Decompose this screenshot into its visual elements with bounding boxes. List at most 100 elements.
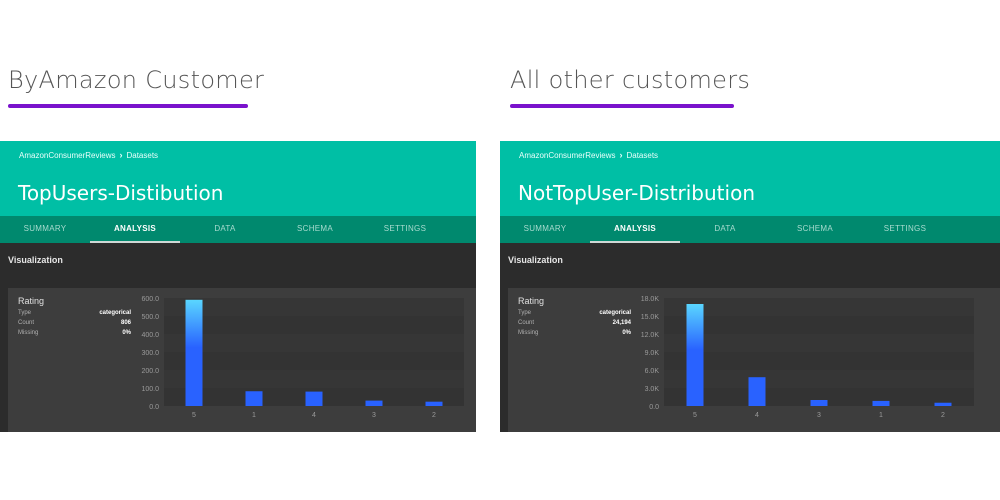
visualization-heading: Visualization (8, 255, 63, 265)
x-tick-label: 3 (372, 412, 376, 419)
grid-band (164, 334, 464, 352)
caption-other-customers: All other customers (510, 66, 750, 108)
y-tick-label: 300.0 (141, 350, 159, 357)
y-tick-label: 3.0K (645, 386, 660, 393)
caption-top-customer: ByAmazon Customer (8, 66, 264, 108)
x-tick-label: 1 (879, 412, 883, 419)
tab-data[interactable]: DATA (180, 216, 270, 243)
stat-value: 24,194 (612, 320, 631, 326)
y-tick-label: 600.0 (141, 296, 159, 303)
x-tick-label: 4 (312, 412, 316, 419)
stat-value: categorical (99, 310, 131, 316)
chevron-right-icon: › (119, 150, 123, 160)
grid-band (664, 352, 974, 370)
y-tick-label: 6.0K (645, 368, 660, 375)
y-tick-label: 9.0K (645, 350, 660, 357)
dataset-tabs: SUMMARY ANALYSIS DATA SCHEMA SETTINGS (500, 216, 1000, 243)
stat-missing: Missing 0% (518, 328, 631, 338)
bar-rating-5[interactable] (686, 304, 704, 406)
dataset-panel-not-top-users: AmazonConsumerReviews › Datasets NotTopU… (500, 141, 1000, 432)
visualization-heading: Visualization (508, 255, 563, 265)
tab-schema[interactable]: SCHEMA (770, 216, 860, 243)
bar-rating-2[interactable] (425, 401, 443, 406)
stat-label: Type (18, 310, 32, 316)
grid-band (664, 370, 974, 388)
rating-bar-chart: 0.0 3.0K 6.0K 9.0K 12.0K 15.0K 18.0K 5 4 3 1 2 (641, 296, 974, 419)
grid-band (164, 370, 464, 388)
y-tick-label: 0.0 (649, 404, 659, 411)
x-tick-label: 1 (252, 412, 256, 419)
stat-label: Missing (18, 330, 39, 336)
stat-label: Count (18, 320, 35, 326)
dataset-title: NotTopUser-Distribution (518, 181, 755, 205)
grid-band (164, 298, 464, 316)
breadcrumb: AmazonConsumerReviews › Datasets (519, 150, 658, 160)
dataset-tabs: SUMMARY ANALYSIS DATA SCHEMA SETTINGS (0, 216, 476, 243)
bar-rating-2[interactable] (934, 402, 952, 406)
bar-rating-5[interactable] (185, 299, 203, 406)
field-name: Rating (18, 296, 45, 306)
x-tick-label: 2 (941, 412, 945, 419)
stat-type: Type categorical (18, 308, 131, 318)
stat-label: Missing (518, 330, 539, 336)
x-tick-label: 3 (817, 412, 821, 419)
dataset-panel-top-users: AmazonConsumerReviews › Datasets TopUser… (0, 141, 476, 432)
y-tick-label: 500.0 (141, 314, 159, 321)
breadcrumb-project-link[interactable]: AmazonConsumerReviews (19, 151, 115, 160)
dataset-header: AmazonConsumerReviews › Datasets TopUser… (0, 141, 476, 216)
x-tick-label: 2 (432, 412, 436, 419)
x-tick-label: 5 (192, 412, 196, 419)
tab-data[interactable]: DATA (680, 216, 770, 243)
caption-label: ByAmazon Customer (8, 66, 265, 94)
tab-summary[interactable]: SUMMARY (500, 216, 590, 243)
breadcrumb-datasets-link[interactable]: Datasets (626, 151, 658, 160)
grid-band (164, 352, 464, 370)
breadcrumb-project-link[interactable]: AmazonConsumerReviews (519, 151, 615, 160)
y-tick-label: 12.0K (641, 332, 660, 339)
caption-underline (8, 104, 248, 108)
grid-band (664, 298, 974, 316)
caption-underline (510, 104, 734, 108)
breadcrumb: AmazonConsumerReviews › Datasets (19, 150, 158, 160)
y-tick-label: 18.0K (641, 296, 660, 303)
y-tick-label: 0.0 (149, 404, 159, 411)
tab-schema[interactable]: SCHEMA (270, 216, 360, 243)
dataset-title: TopUsers-Distibution (18, 181, 224, 205)
stat-missing: Missing 0% (18, 328, 131, 338)
y-tick-label: 200.0 (141, 368, 159, 375)
bar-rating-1[interactable] (245, 391, 263, 406)
grid-band (164, 316, 464, 334)
field-stats: Rating Type categorical Count 806 Missin… (18, 296, 131, 338)
tab-settings[interactable]: SETTINGS (360, 216, 450, 243)
stat-label: Type (518, 310, 532, 316)
stat-label: Count (518, 320, 535, 326)
x-tick-label: 4 (755, 412, 759, 419)
field-name: Rating (518, 296, 545, 306)
grid-band (664, 316, 974, 334)
x-tick-label: 5 (693, 412, 697, 419)
stat-value: categorical (599, 310, 631, 316)
stat-type: Type categorical (518, 308, 631, 318)
tab-settings[interactable]: SETTINGS (860, 216, 950, 243)
caption-label: All other customers (510, 66, 751, 94)
bar-rating-3[interactable] (810, 400, 828, 406)
grid-band (664, 334, 974, 352)
stat-count: Count 24,194 (518, 318, 631, 328)
breadcrumb-datasets-link[interactable]: Datasets (126, 151, 158, 160)
bar-rating-4[interactable] (305, 391, 323, 406)
tab-summary[interactable]: SUMMARY (0, 216, 90, 243)
field-card: Rating Type categorical Count 806 Missin… (8, 288, 476, 432)
field-card: Rating Type categorical Count 24,194 Mis… (508, 288, 1000, 432)
y-tick-label: 100.0 (141, 386, 159, 393)
bar-rating-3[interactable] (365, 400, 383, 406)
dataset-header: AmazonConsumerReviews › Datasets NotTopU… (500, 141, 1000, 216)
chevron-right-icon: › (619, 150, 623, 160)
bar-rating-1[interactable] (872, 400, 890, 406)
tab-analysis[interactable]: ANALYSIS (90, 216, 180, 243)
y-tick-label: 15.0K (641, 314, 660, 321)
y-tick-label: 400.0 (141, 332, 159, 339)
tab-analysis[interactable]: ANALYSIS (590, 216, 680, 243)
stat-count: Count 806 (18, 318, 131, 328)
bar-rating-4[interactable] (748, 377, 766, 406)
rating-bar-chart: 0.0 100.0 200.0 300.0 400.0 500.0 600.0 5 1 4 3 2 (141, 296, 464, 419)
